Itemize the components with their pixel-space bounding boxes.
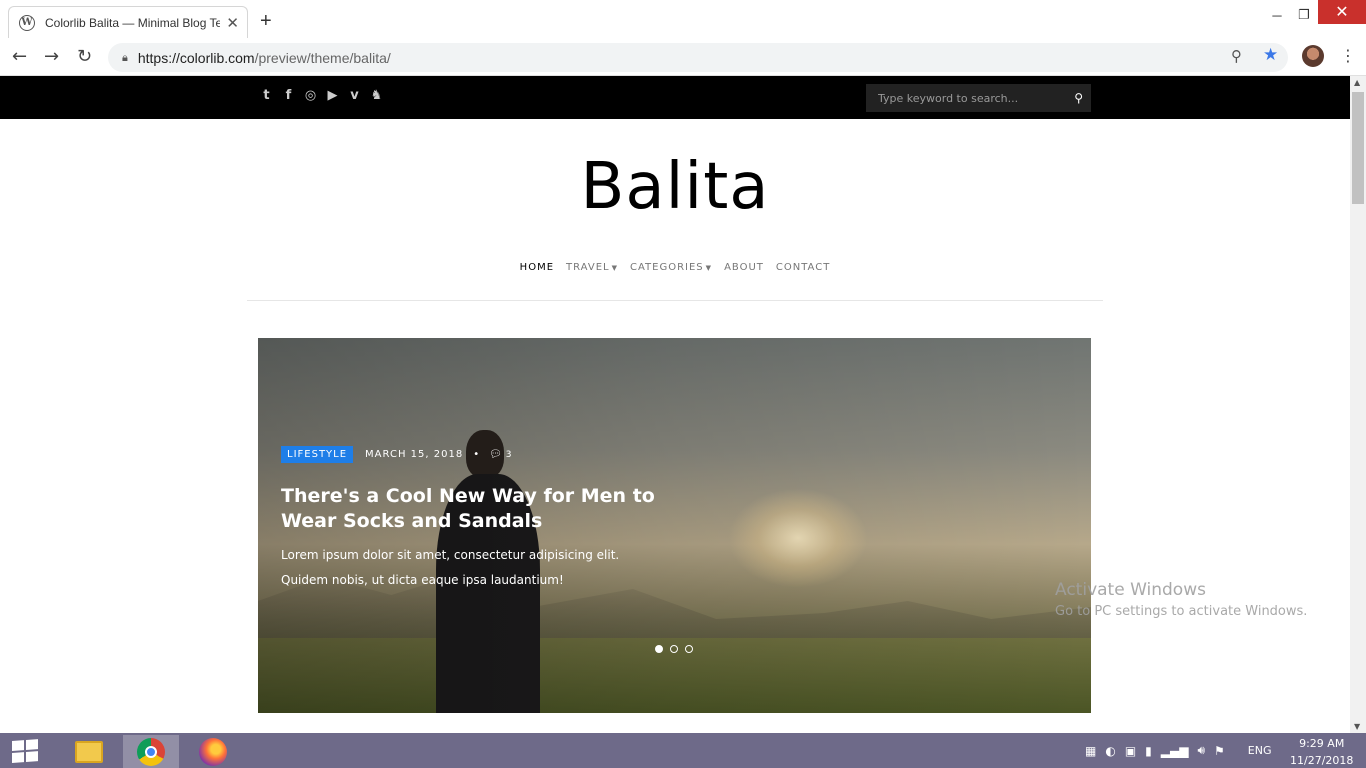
nav-categories-label: CATEGORIES xyxy=(630,262,704,273)
snapchat-icon[interactable]: ♞ xyxy=(370,88,383,103)
youtube-icon[interactable]: ▶ xyxy=(326,88,339,103)
taskbar-clock[interactable]: 9:29 AM 11/27/2018 xyxy=(1290,737,1353,767)
action-center-icon[interactable]: ⚑ xyxy=(1214,744,1225,758)
slider-dot[interactable] xyxy=(685,645,693,653)
lock-icon: 🔒︎ xyxy=(122,50,128,64)
nav-travel-label: TRAVEL xyxy=(566,262,610,273)
battery-icon[interactable]: ▮ xyxy=(1145,744,1152,758)
taskbar-file-explorer[interactable] xyxy=(61,735,117,768)
nav-contact-label: CONTACT xyxy=(775,262,831,273)
url-host: https://colorlib.com xyxy=(137,49,255,66)
window-close-button[interactable]: ✕ xyxy=(1318,0,1366,24)
site-search-box: ⚲ xyxy=(866,84,1091,112)
page-scrollbar[interactable]: ▲ ▼ xyxy=(1350,76,1366,733)
profile-avatar[interactable] xyxy=(1302,45,1324,67)
windows-taskbar: ▦ ◐ ▣ ▮ ▂▄▆ 🔊︎ ⚑ ENG 9:29 AM 11/27/2018 xyxy=(0,733,1366,768)
search-icon[interactable]: ⚲ xyxy=(1074,91,1083,105)
nav-about[interactable]: ABOUT xyxy=(724,262,764,273)
post-meta: LIFESTYLE MARCH 15, 2018 • 💬︎ 3 xyxy=(281,446,512,463)
meta-separator: • xyxy=(473,449,480,460)
comment-icon: 💬︎ xyxy=(489,449,502,460)
address-bar[interactable]: 🔒︎ https://colorlib.com/preview/theme/ba… xyxy=(108,43,1288,72)
chrome-icon xyxy=(137,737,165,766)
slider-dot[interactable] xyxy=(670,645,678,653)
system-tray: ▦ ◐ ▣ ▮ ▂▄▆ 🔊︎ ⚑ ENG xyxy=(1085,743,1272,758)
volume-icon[interactable]: 🔊︎ xyxy=(1197,743,1205,758)
reload-icon[interactable]: ↻ xyxy=(77,46,92,67)
new-tab-button[interactable]: + xyxy=(260,10,272,33)
browser-tab[interactable]: W Colorlib Balita — Minimal Blog Te ✕ xyxy=(8,6,248,38)
tray-pdf-icon[interactable]: ◐ xyxy=(1105,744,1115,758)
clock-date: 11/27/2018 xyxy=(1290,754,1354,767)
url-path: /preview/theme/balita/ xyxy=(254,49,391,66)
comment-count: 3 xyxy=(505,449,512,460)
instagram-icon[interactable]: ◎ xyxy=(304,88,317,103)
slider-dots xyxy=(655,645,693,653)
nav-contact[interactable]: CONTACT xyxy=(776,262,830,273)
slider-dot[interactable] xyxy=(655,645,663,653)
browser-toolbar: ← → ↻ 🔒︎ https://colorlib.com/preview/th… xyxy=(0,38,1366,76)
tab-close-icon[interactable]: ✕ xyxy=(226,14,239,32)
site-topbar: t f ◎ ▶ v ♞ ⚲ xyxy=(0,76,1350,119)
watermark-title: Activate Windows xyxy=(1055,580,1206,600)
nav-divider xyxy=(247,300,1103,301)
taskbar-chrome[interactable] xyxy=(123,735,179,768)
scrollbar-thumb[interactable] xyxy=(1352,92,1364,204)
tray-network-share-icon[interactable]: ▣ xyxy=(1125,744,1136,758)
clock-time: 9:29 AM xyxy=(1299,737,1345,750)
caret-down-icon: ▼ xyxy=(705,264,713,272)
taskbar-firefox[interactable] xyxy=(185,735,241,768)
folder-icon xyxy=(75,740,103,763)
twitter-icon[interactable]: t xyxy=(260,88,273,103)
scroll-down-icon[interactable]: ▼ xyxy=(1354,722,1360,731)
browser-tabbar: W Colorlib Balita — Minimal Blog Te ✕ + … xyxy=(0,0,1366,38)
wordpress-favicon-icon: W xyxy=(19,14,35,31)
post-excerpt: Lorem ipsum dolor sit amet, consectetur … xyxy=(281,548,620,587)
menu-dots-icon[interactable]: ⋮ xyxy=(1340,46,1356,65)
category-badge[interactable]: LIFESTYLE xyxy=(281,446,354,463)
nav-categories[interactable]: CATEGORIES ▼ xyxy=(630,262,712,273)
back-arrow-icon[interactable]: ← xyxy=(12,46,27,67)
language-indicator[interactable]: ENG xyxy=(1248,744,1272,757)
url-text[interactable]: https://colorlib.com/preview/theme/balit… xyxy=(138,50,391,66)
activate-windows-watermark: Activate Windows Go to PC settings to ac… xyxy=(1055,580,1307,619)
windows-start-icon[interactable] xyxy=(12,739,40,763)
firefox-icon xyxy=(199,737,227,766)
caret-down-icon: ▼ xyxy=(611,264,618,272)
star-icon[interactable]: ★ xyxy=(1263,45,1278,65)
tab-title: Colorlib Balita — Minimal Blog Te xyxy=(45,15,220,30)
main-navigation: HOME TRAVEL ▼ CATEGORIES ▼ ABOUT CONTACT xyxy=(0,262,1350,273)
nav-home-label: HOME xyxy=(519,262,555,273)
hero-slider[interactable]: LIFESTYLE MARCH 15, 2018 • 💬︎ 3 There's … xyxy=(258,338,1091,713)
facebook-icon[interactable]: f xyxy=(282,88,295,103)
nav-about-label: ABOUT xyxy=(724,262,764,273)
site-logo[interactable]: Balita xyxy=(0,150,1350,224)
zoom-icon[interactable]: ⚲ xyxy=(1231,47,1242,65)
watermark-subtitle: Go to PC settings to activate Windows. xyxy=(1055,604,1308,619)
page-viewport: t f ◎ ▶ v ♞ ⚲ Balita HOME TRAVEL▼ CATEGO… xyxy=(0,76,1350,733)
nav-home[interactable]: HOME xyxy=(520,262,554,273)
search-input[interactable] xyxy=(878,91,1058,105)
nav-travel[interactable]: TRAVEL ▼ xyxy=(566,262,618,273)
vimeo-icon[interactable]: v xyxy=(348,88,361,103)
post-date: MARCH 15, 2018 xyxy=(365,449,464,460)
post-title[interactable]: There's a Cool New Way for Men to Wear S… xyxy=(281,484,661,534)
signal-icon[interactable]: ▂▄▆ xyxy=(1161,744,1189,758)
scroll-up-icon[interactable]: ▲ xyxy=(1354,78,1360,87)
tray-app-icon[interactable]: ▦ xyxy=(1085,744,1096,758)
social-links: t f ◎ ▶ v ♞ xyxy=(260,88,383,103)
forward-arrow-icon[interactable]: → xyxy=(44,46,59,67)
